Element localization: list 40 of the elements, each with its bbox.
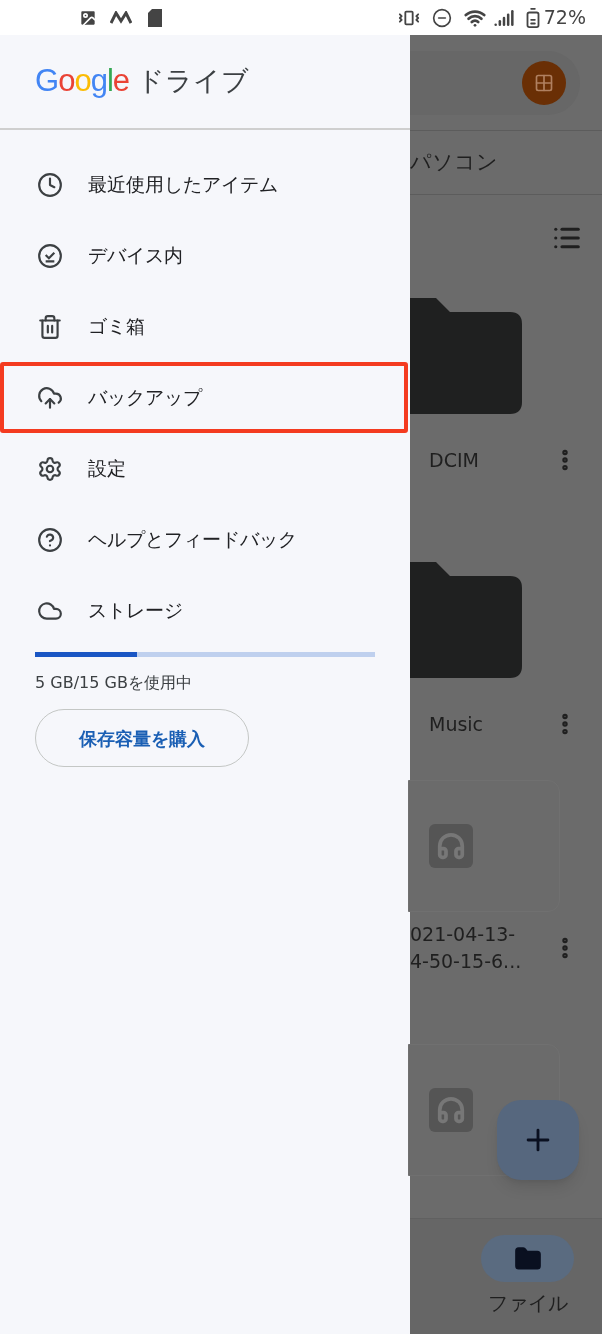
- folder-icon: [410, 562, 522, 678]
- check-circle-icon: [37, 242, 63, 269]
- signal-icon: [493, 7, 514, 28]
- menu-item[interactable]: 最近使用したアイテム: [0, 149, 410, 220]
- menu-item[interactable]: 設定: [0, 433, 410, 504]
- menu-label: デバイス内: [88, 243, 183, 269]
- battery-level: 72%: [543, 5, 586, 31]
- zigzag-icon: [110, 10, 132, 25]
- folder-name: DCIM: [429, 447, 480, 473]
- files-nav-button[interactable]: [481, 1235, 574, 1282]
- headphones-icon: [429, 1088, 473, 1132]
- sd-card-icon: [148, 8, 162, 27]
- menu-label: 設定: [88, 456, 126, 482]
- menu-label: ストレージ: [88, 598, 183, 624]
- menu-item[interactable]: ヘルプとフィードバック: [0, 504, 410, 575]
- menu-item[interactable]: バックアップ: [0, 362, 408, 433]
- folder-nav-icon: [513, 1244, 542, 1273]
- folder-icon: [410, 298, 522, 414]
- do-not-disturb-icon: [431, 7, 452, 28]
- file-name: 021-04-13- 4-50-15-6...: [410, 922, 523, 974]
- menu-item[interactable]: デバイス内: [0, 220, 410, 291]
- menu-label: 最近使用したアイテム: [88, 172, 278, 198]
- menu-item[interactable]: ゴミ箱: [0, 291, 410, 362]
- folder-name: Music: [429, 711, 485, 737]
- add-button[interactable]: [497, 1100, 579, 1180]
- clock-icon: [37, 171, 63, 198]
- menu-label: ヘルプとフィードバック: [88, 527, 297, 553]
- search-bar[interactable]: [410, 50, 580, 115]
- settings-icon: [37, 455, 63, 482]
- help-icon: [37, 526, 63, 553]
- app-title: ドライブ: [137, 64, 249, 99]
- storage-usage: 5 GB/15 GBを使用中: [35, 672, 193, 694]
- cloud-upload-icon: [37, 384, 63, 411]
- menu-label: ゴミ箱: [88, 314, 145, 340]
- google-logo: Google: [35, 62, 129, 101]
- trash-icon: [37, 313, 63, 340]
- avatar-icon[interactable]: [522, 60, 566, 105]
- menu-item[interactable]: ストレージ: [0, 575, 410, 646]
- menu-label: バックアップ: [88, 385, 202, 411]
- headphones-icon: [429, 824, 473, 868]
